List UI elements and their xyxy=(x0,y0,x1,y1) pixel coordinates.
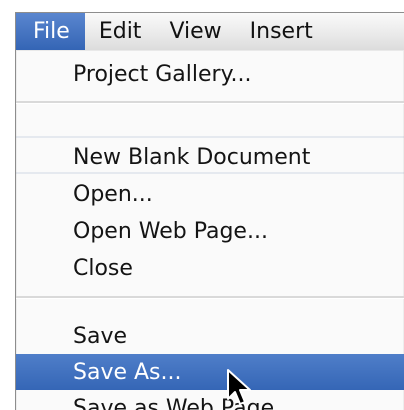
menu-item-save-as-web-page[interactable]: Save as Web Page... xyxy=(16,390,404,410)
menu-item-open[interactable]: Open... xyxy=(16,176,404,212)
menu-item-project-gallery[interactable]: Project Gallery... xyxy=(16,56,404,92)
menubar-view[interactable]: View xyxy=(155,13,235,50)
menu-item-open-web-page[interactable]: Open Web Page... xyxy=(16,213,404,249)
menubar-file[interactable]: File xyxy=(16,13,85,50)
menu-item-close[interactable]: Close xyxy=(16,250,404,286)
menu-item-save[interactable]: Save xyxy=(16,318,404,354)
menu-item-save-as[interactable]: Save As... xyxy=(16,354,404,390)
menu-separator xyxy=(16,101,404,104)
menu-separator xyxy=(16,296,404,299)
arrow-cursor-icon xyxy=(227,369,251,405)
file-menu-dropdown: Project Gallery... New Blank Document Op… xyxy=(16,50,404,410)
menu-item-new-blank-document[interactable]: New Blank Document xyxy=(16,139,404,175)
menubar-edit[interactable]: Edit xyxy=(85,13,156,50)
menu-bar: File Edit View Insert xyxy=(16,13,404,51)
screenshot-frame: File Edit View Insert Project Gallery...… xyxy=(15,12,404,410)
menubar-insert[interactable]: Insert xyxy=(236,13,327,50)
